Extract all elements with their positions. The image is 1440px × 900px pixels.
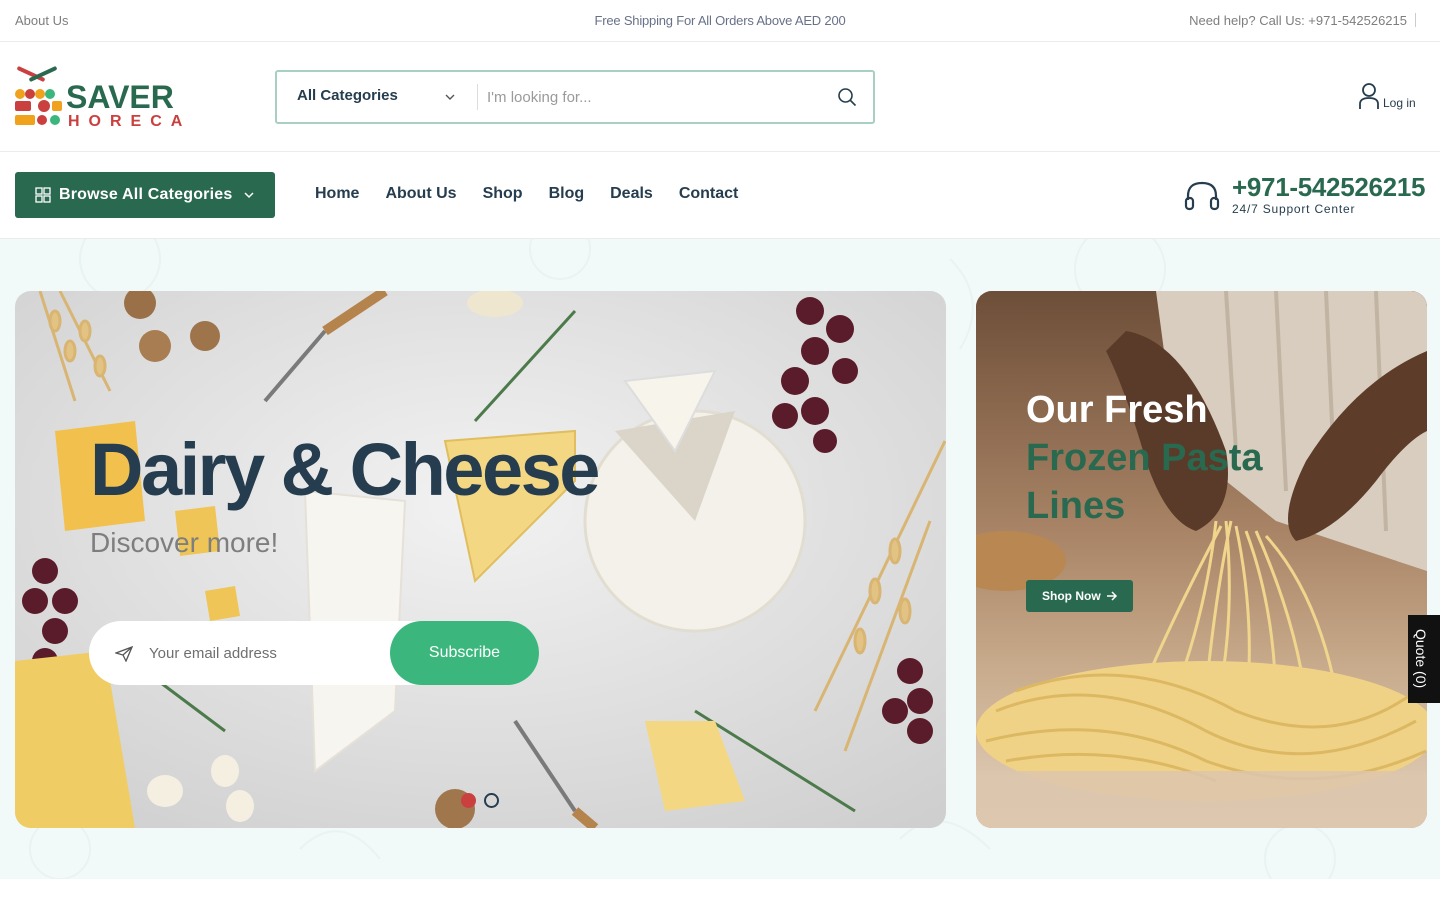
nav-contact[interactable]: Contact: [679, 185, 739, 203]
chevron-down-icon: [244, 192, 254, 199]
support-phone[interactable]: +971-542526215: [1232, 172, 1425, 203]
nav-about-us[interactable]: About Us: [385, 185, 456, 203]
shop-now-label: Shop Now: [1042, 589, 1101, 603]
browse-categories-button[interactable]: Browse All Categories: [15, 172, 275, 218]
help-phone: Need help? Call Us: +971-542526215: [1189, 13, 1407, 28]
newsletter-email-input[interactable]: [149, 639, 379, 667]
subscribe-button[interactable]: Subscribe: [390, 621, 539, 685]
hero-slider: Dairy & Cheese Discover more! Subscribe: [15, 291, 946, 828]
quote-tab[interactable]: Quote (0): [1408, 615, 1440, 703]
slider-dot-2[interactable]: [484, 793, 499, 808]
nav-blog[interactable]: Blog: [549, 185, 585, 203]
hero-section: Dairy & Cheese Discover more! Subscribe: [0, 239, 1440, 879]
search-divider: [477, 84, 478, 110]
pasta-background-image: [976, 291, 1427, 828]
promo-line-2: Frozen Pasta: [1026, 437, 1263, 479]
nav-deals[interactable]: Deals: [610, 185, 653, 203]
logo-text-saver: SAVER: [66, 79, 174, 115]
search-bar: All Categories: [275, 70, 875, 124]
headset-icon: [1184, 181, 1220, 211]
grid-icon: [35, 187, 51, 203]
category-select[interactable]: All Categories: [277, 72, 477, 122]
category-select-label: All Categories: [297, 87, 398, 104]
main-header: SAVER HORECA All Categories Log in: [0, 42, 1440, 152]
nav-shop[interactable]: Shop: [483, 185, 523, 203]
promo-line-3: Lines: [1026, 485, 1126, 527]
hero-title: Dairy & Cheese: [90, 428, 600, 511]
search-input[interactable]: [487, 80, 817, 114]
search-icon[interactable]: [837, 87, 857, 107]
browse-categories-label: Browse All Categories: [59, 186, 233, 203]
quote-label: Quote (0): [1413, 629, 1429, 689]
promo-banner: Our Fresh Frozen Pasta Lines Shop Now: [976, 291, 1427, 828]
logo-text-horeca: HORECA: [68, 113, 191, 128]
chevron-down-icon: [445, 94, 455, 100]
site-logo[interactable]: SAVER HORECA: [14, 66, 208, 130]
arrow-right-icon: [1107, 591, 1118, 601]
cheese-background-image: [15, 291, 946, 828]
top-bar: About Us Free Shipping For All Orders Ab…: [0, 0, 1440, 42]
newsletter-form: Subscribe: [89, 621, 539, 685]
primary-menu: Home About Us Shop Blog Deals Contact: [315, 185, 738, 203]
slider-dot-1[interactable]: [461, 793, 476, 808]
login-label: Log in: [1383, 96, 1416, 110]
send-icon: [115, 646, 133, 662]
shop-now-button[interactable]: Shop Now: [1026, 580, 1133, 612]
support-contact: +971-542526215 24/7 Support Center: [1184, 172, 1429, 222]
top-divider: [1415, 13, 1416, 27]
nav-home[interactable]: Home: [315, 185, 359, 203]
support-label: 24/7 Support Center: [1232, 202, 1356, 216]
main-nav: Browse All Categories Home About Us Shop…: [0, 152, 1440, 239]
promo-line-1: Our Fresh: [1026, 389, 1208, 431]
hero-subtitle: Discover more!: [90, 527, 279, 558]
user-icon: [1359, 83, 1379, 109]
